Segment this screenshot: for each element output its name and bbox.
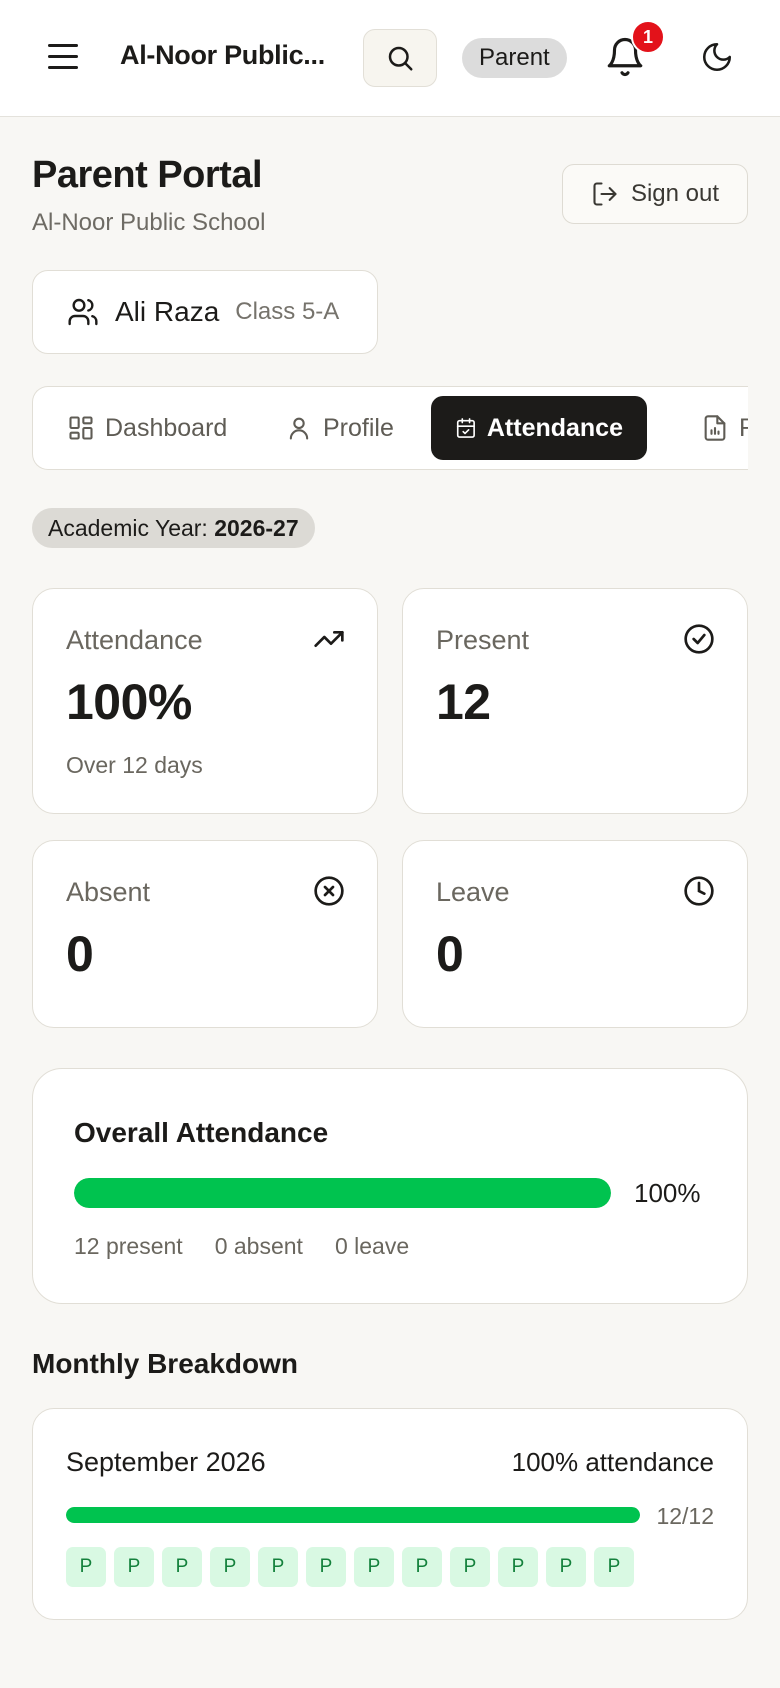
overall-attendance-card: Overall Attendance 100% 12 present 0 abs… [32,1068,748,1304]
day-status-chip: P [306,1547,346,1587]
month-name: September 2026 [66,1447,266,1477]
stat-label: Present [436,625,530,655]
stat-value: 0 [66,926,94,982]
day-status-row: PPPPPPPPPPPP [66,1547,634,1587]
monthly-breakdown-heading: Monthly Breakdown [32,1348,299,1379]
present-count: 12 present [74,1233,183,1259]
academic-year-badge: Academic Year: 2026-27 [32,508,315,548]
day-status-chip: P [450,1547,490,1587]
absent-count: 0 absent [214,1233,303,1259]
overall-stats: 12 present 0 absent 0 leave [74,1233,409,1260]
stat-value: 100% [66,674,192,730]
leave-stat-card: Leave 0 [402,840,748,1028]
student-class: Class 5-A [235,298,340,325]
role-badge: Parent [462,38,567,78]
moon-icon[interactable] [700,40,734,74]
stat-label: Attendance [66,625,203,655]
present-stat-card: Present 12 [402,588,748,814]
users-icon [68,298,98,326]
user-icon [289,417,309,440]
academic-year-value: 2026-27 [214,515,299,541]
x-circle-icon [314,876,344,906]
stat-value: 0 [436,926,464,982]
menu-icon[interactable] [46,42,82,72]
sign-out-label: Sign out [630,180,720,207]
student-selector[interactable]: Ali Raza Class 5-A [32,270,378,354]
day-status-chip: P [66,1547,106,1587]
dashboard-icon [69,416,93,440]
month-progress-bar [66,1507,640,1523]
tab-reports[interactable]: Re [677,396,748,460]
absent-stat-card: Absent 0 [32,840,378,1028]
month-ratio: 12/12 [656,1503,714,1529]
calendar-check-icon [456,418,475,438]
tab-label: Dashboard [105,413,228,442]
overall-progress-fill [74,1178,611,1208]
day-status-chip: P [210,1547,250,1587]
day-status-chip: P [498,1547,538,1587]
report-icon [704,415,726,441]
day-status-chip: P [162,1547,202,1587]
attendance-stat-card: Attendance 100% Over 12 days [32,588,378,814]
sign-out-button[interactable]: Sign out [562,164,748,224]
overall-progress-bar [74,1178,611,1208]
app-title: Al-Noor Public... [120,40,325,70]
tab-label: Attendance [486,413,623,442]
stat-value: 12 [436,674,491,730]
search-icon [388,46,413,71]
page-title: Parent Portal [32,154,263,196]
tab-attendance[interactable]: Attendance [431,396,647,460]
stat-note: Over 12 days [66,752,203,778]
stat-label: Leave [436,877,510,907]
month-attendance: 100% attendance [511,1447,714,1477]
school-name: Al-Noor Public School [32,209,266,236]
academic-year-label: Academic Year: [48,515,208,541]
tab-label: Profile [323,413,394,442]
tab-dashboard[interactable]: Dashboard [43,396,251,460]
day-status-chip: P [402,1547,442,1587]
month-progress-fill [66,1507,640,1523]
day-status-chip: P [594,1547,634,1587]
trending-up-icon [314,631,344,647]
leave-count: 0 leave [334,1233,410,1259]
day-status-chip: P [114,1547,154,1587]
top-bar: Al-Noor Public... Parent 1 [0,0,780,117]
tab-profile[interactable]: Profile [261,396,418,460]
search-button[interactable] [363,29,437,87]
student-name: Ali Raza [115,296,220,327]
tab-label: Re [739,414,748,443]
log-out-icon [593,182,617,206]
day-status-chip: P [546,1547,586,1587]
overall-attendance-title: Overall Attendance [74,1117,329,1148]
clock-icon [684,876,714,906]
overall-percent: 100% [634,1178,701,1208]
day-status-chip: P [258,1547,298,1587]
notification-count-badge: 1 [631,20,665,54]
check-circle-icon [684,624,714,654]
day-status-chip: P [354,1547,394,1587]
tab-bar: Dashboard Profile Attendance Re [32,386,748,470]
month-card: September 2026 100% attendance 12/12 PPP… [32,1408,748,1620]
stat-label: Absent [66,877,151,907]
